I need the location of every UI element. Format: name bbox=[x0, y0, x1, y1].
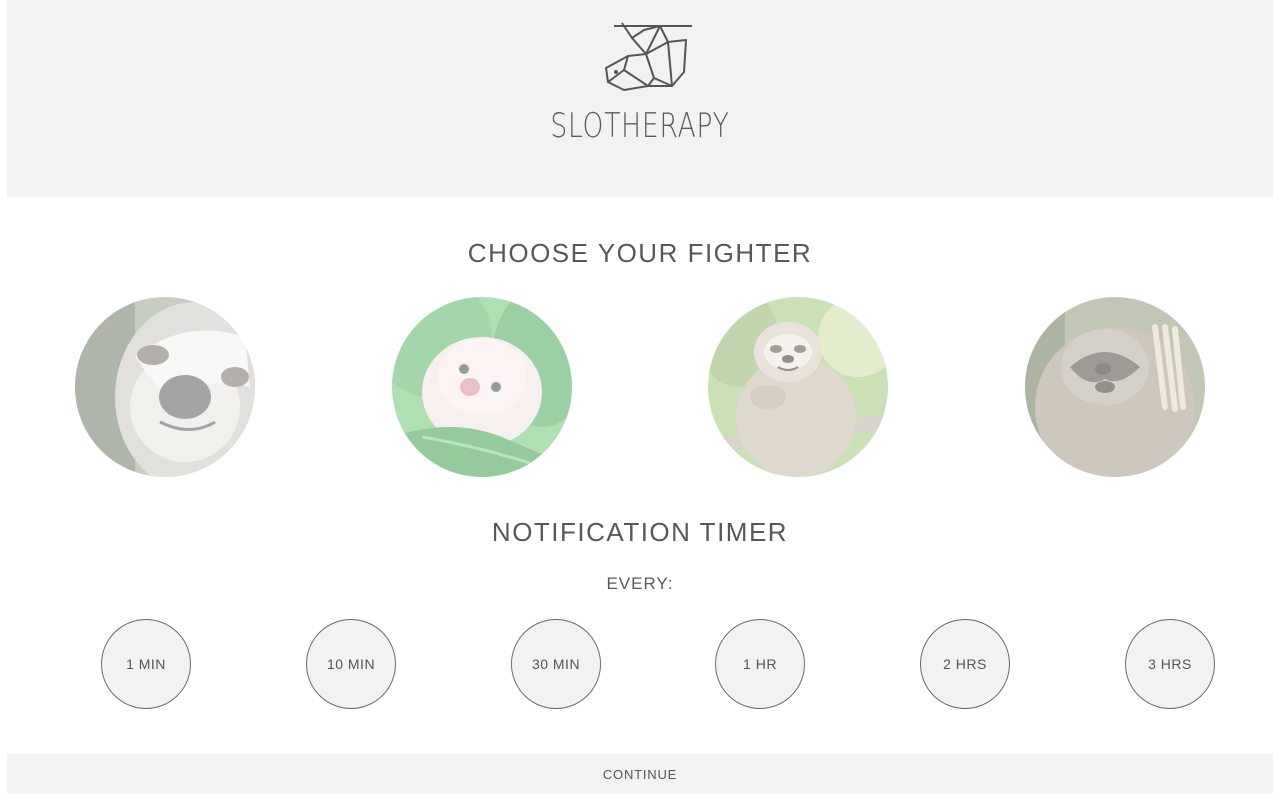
timer-option-2-hrs[interactable]: 2 HRS bbox=[920, 619, 1010, 709]
notification-timer-title: NOTIFICATION TIMER bbox=[491, 517, 789, 547]
fighter-option-4[interactable] bbox=[1025, 297, 1205, 477]
smiling-sloth-photo bbox=[708, 297, 888, 477]
timer-option-10-min[interactable]: 10 MIN bbox=[306, 619, 396, 709]
brand-name: SLOTHERAPY bbox=[550, 106, 730, 146]
timer-option-1-hr[interactable]: 1 HR bbox=[715, 619, 805, 709]
header: SLOTHERAPY bbox=[7, 0, 1273, 197]
timer-option-1-min[interactable]: 1 MIN bbox=[101, 619, 191, 709]
hanging-sloth-photo bbox=[1025, 297, 1205, 477]
fighter-option-3[interactable] bbox=[708, 297, 888, 477]
sloth-closeup-photo bbox=[75, 297, 255, 477]
every-label: EVERY: bbox=[606, 574, 674, 593]
continue-button[interactable]: CONTINUE bbox=[7, 754, 1273, 794]
fighter-option-1[interactable] bbox=[75, 297, 255, 477]
app-root: SLOTHERAPY CHOOSE YOUR FIGHTER NOTIFICAT… bbox=[0, 0, 1280, 800]
choose-fighter-title: CHOOSE YOUR FIGHTER bbox=[467, 238, 813, 268]
timer-option-3-hrs[interactable]: 3 HRS bbox=[1125, 619, 1215, 709]
fighter-option-2[interactable] bbox=[392, 297, 572, 477]
baby-sloth-photo bbox=[392, 297, 572, 477]
timer-option-30-min[interactable]: 30 MIN bbox=[511, 619, 601, 709]
sloth-origami-logo-icon bbox=[605, 22, 692, 91]
